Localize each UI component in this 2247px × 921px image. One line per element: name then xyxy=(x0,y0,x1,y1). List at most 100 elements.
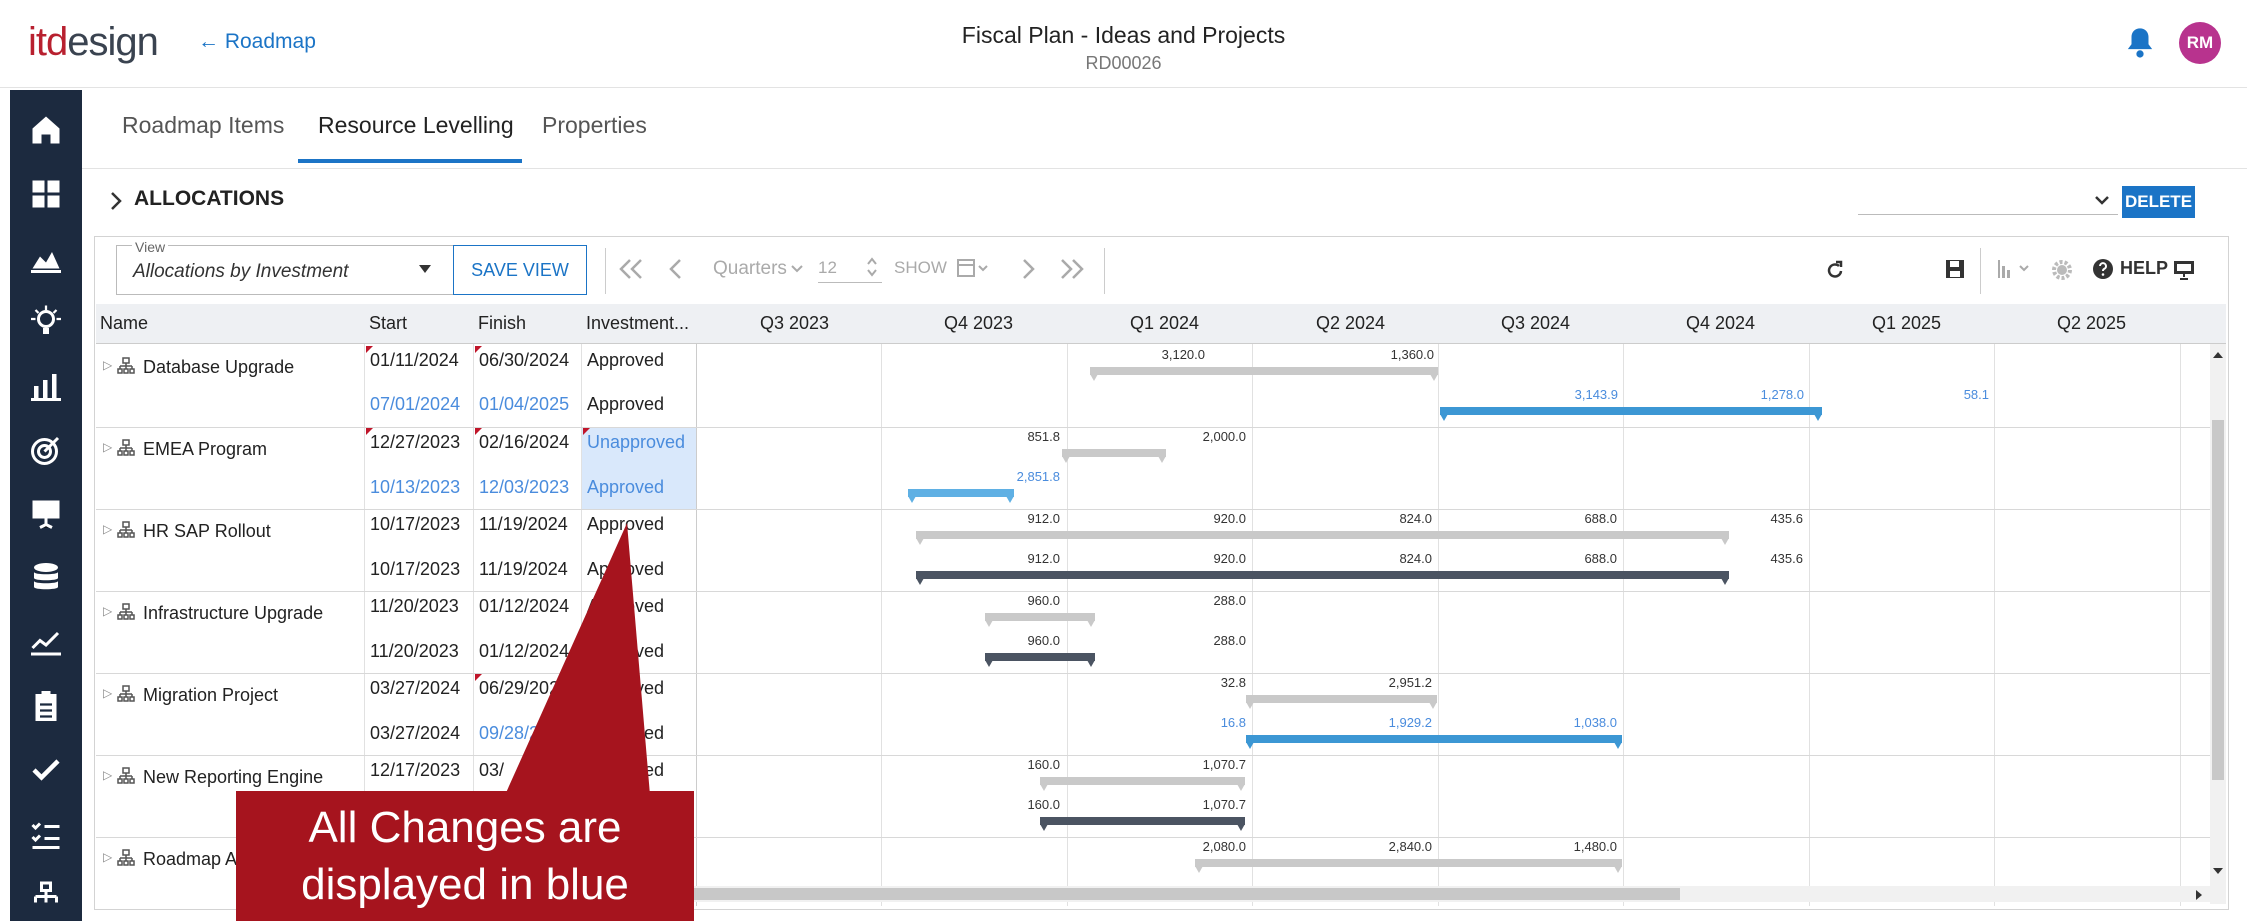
start-date[interactable]: 12/27/2023 xyxy=(370,432,460,453)
allocation-bar[interactable] xyxy=(985,613,1095,627)
investment-status[interactable]: Approved xyxy=(587,596,664,617)
row-name[interactable]: Database Upgrade xyxy=(143,357,294,378)
chevron-down-icon[interactable] xyxy=(2094,194,2110,206)
save-view-button[interactable]: SAVE VIEW xyxy=(453,245,587,295)
allocation-bar[interactable] xyxy=(1040,777,1245,791)
line-chart-icon[interactable] xyxy=(28,624,64,660)
period-chevron-icon[interactable] xyxy=(791,264,803,274)
allocation-bar[interactable] xyxy=(916,571,1729,585)
expand-icon[interactable]: ▷ xyxy=(103,850,112,864)
bell-icon[interactable] xyxy=(2125,26,2155,65)
tab-roadmap-items[interactable]: Roadmap Items xyxy=(122,112,284,139)
start-date[interactable]: 10/17/2023 xyxy=(370,514,460,535)
bar-chart-icon[interactable] xyxy=(28,368,64,404)
next-icon[interactable] xyxy=(1022,258,1036,280)
row-name[interactable]: New Reporting Engine xyxy=(143,767,323,788)
chevron-right-icon[interactable] xyxy=(110,191,122,211)
finish-date[interactable]: 03/ xyxy=(479,760,504,781)
check-icon[interactable] xyxy=(28,752,64,788)
row-name[interactable]: Roadmap A xyxy=(143,849,237,870)
filter-dropdown[interactable] xyxy=(1858,214,2118,215)
expand-icon[interactable]: ▷ xyxy=(103,686,112,700)
help-button[interactable]: HELP xyxy=(2120,258,2168,279)
start-date[interactable]: 11/20/2023 xyxy=(370,596,459,617)
view-value[interactable]: Allocations by Investment xyxy=(133,261,348,283)
col-investment[interactable]: Investment... xyxy=(586,313,689,334)
previous-icon[interactable] xyxy=(668,258,682,280)
finish-date-changed[interactable]: 01/04/2025 xyxy=(479,394,569,415)
horizontal-scroll-thumb[interactable] xyxy=(690,888,1680,900)
allocation-bar[interactable] xyxy=(1062,449,1166,463)
allocation-bar-changed[interactable] xyxy=(1246,735,1622,749)
gear-icon[interactable] xyxy=(2050,258,2074,282)
presentation-mode-icon[interactable] xyxy=(2172,258,2196,280)
finish-date[interactable]: 11/19/2024 xyxy=(479,559,568,580)
presentation-icon[interactable] xyxy=(28,496,64,532)
period-select[interactable]: Quarters xyxy=(713,258,787,280)
chart-area-icon[interactable] xyxy=(28,240,64,276)
finish-date[interactable]: 11/19/2024 xyxy=(479,514,568,535)
start-date[interactable]: 01/11/2024 xyxy=(370,350,459,371)
finish-date[interactable]: 02/16/2024 xyxy=(479,432,569,453)
allocation-bar[interactable] xyxy=(1040,817,1245,831)
allocation-bar[interactable] xyxy=(1195,859,1622,873)
finish-date[interactable]: 06/30/2024 xyxy=(479,350,569,371)
target-icon[interactable] xyxy=(28,432,64,468)
investment-status[interactable]: Approved xyxy=(587,350,664,371)
tab-resource-levelling[interactable]: Resource Levelling xyxy=(318,112,514,139)
allocation-bar[interactable] xyxy=(1090,367,1438,381)
investment-status-changed[interactable]: Approved xyxy=(587,477,664,498)
col-name[interactable]: Name xyxy=(100,313,148,334)
start-date[interactable]: 03/27/2024 xyxy=(370,678,460,699)
investment-status[interactable]: Approved xyxy=(587,394,664,415)
save-icon[interactable] xyxy=(1944,258,1966,280)
start-date[interactable]: 11/20/2023 xyxy=(370,641,459,662)
scroll-down-icon[interactable] xyxy=(2211,866,2225,876)
expand-icon[interactable]: ▷ xyxy=(103,768,112,782)
finish-date-changed[interactable]: 12/03/2023 xyxy=(479,477,569,498)
hierarchy-icon[interactable] xyxy=(28,880,64,916)
expand-icon[interactable]: ▷ xyxy=(103,358,112,372)
allocation-bar[interactable] xyxy=(916,531,1729,545)
start-date[interactable]: 03/27/2024 xyxy=(370,723,460,744)
calendar-icon[interactable] xyxy=(956,257,990,279)
investment-status[interactable]: Approved xyxy=(587,641,664,662)
investment-status[interactable]: Approved xyxy=(587,678,664,699)
expand-icon[interactable]: ▷ xyxy=(103,440,112,454)
last-page-icon[interactable] xyxy=(1059,258,1085,280)
allocation-bar-changed[interactable] xyxy=(1440,407,1822,421)
caret-down-icon[interactable] xyxy=(418,264,432,274)
chart-options-icon[interactable] xyxy=(1996,258,2034,280)
start-date-changed[interactable]: 07/01/2024 xyxy=(370,394,460,415)
delete-button[interactable]: DELETE xyxy=(2122,186,2195,218)
row-name[interactable]: Migration Project xyxy=(143,685,278,706)
allocation-bar-changed[interactable] xyxy=(908,489,1014,503)
allocation-bar[interactable] xyxy=(1246,695,1437,709)
help-icon[interactable] xyxy=(2092,258,2114,280)
finish-date[interactable]: 06/29/2024 xyxy=(479,678,569,699)
avatar[interactable]: RM xyxy=(2179,22,2221,64)
dashboard-icon[interactable] xyxy=(28,176,64,212)
investment-status-changed[interactable]: Unapproved xyxy=(587,432,685,453)
expand-icon[interactable]: ▷ xyxy=(103,604,112,618)
scroll-right-icon[interactable] xyxy=(2194,889,2204,901)
database-icon[interactable] xyxy=(28,560,64,596)
first-page-icon[interactable] xyxy=(618,258,644,280)
idea-icon[interactable] xyxy=(28,304,64,340)
col-finish[interactable]: Finish xyxy=(478,313,526,334)
stepper-icon[interactable] xyxy=(866,255,878,279)
expand-icon[interactable]: ▷ xyxy=(103,522,112,536)
period-count-input[interactable]: 12 xyxy=(818,258,837,278)
investment-status[interactable]: Approved xyxy=(587,760,664,781)
col-start[interactable]: Start xyxy=(369,313,407,334)
refresh-icon[interactable] xyxy=(1824,258,1846,282)
finish-date[interactable]: 01/12/2024 xyxy=(479,596,569,617)
investment-status[interactable]: Approved xyxy=(587,723,664,744)
checklist-icon[interactable] xyxy=(28,816,64,852)
clipboard-icon[interactable] xyxy=(28,688,64,724)
row-name[interactable]: Infrastructure Upgrade xyxy=(143,603,323,624)
finish-date[interactable]: 01/12/2024 xyxy=(479,641,569,662)
scroll-up-icon[interactable] xyxy=(2211,350,2225,360)
tab-properties[interactable]: Properties xyxy=(542,112,647,139)
start-date[interactable]: 12/17/2023 xyxy=(370,760,460,781)
